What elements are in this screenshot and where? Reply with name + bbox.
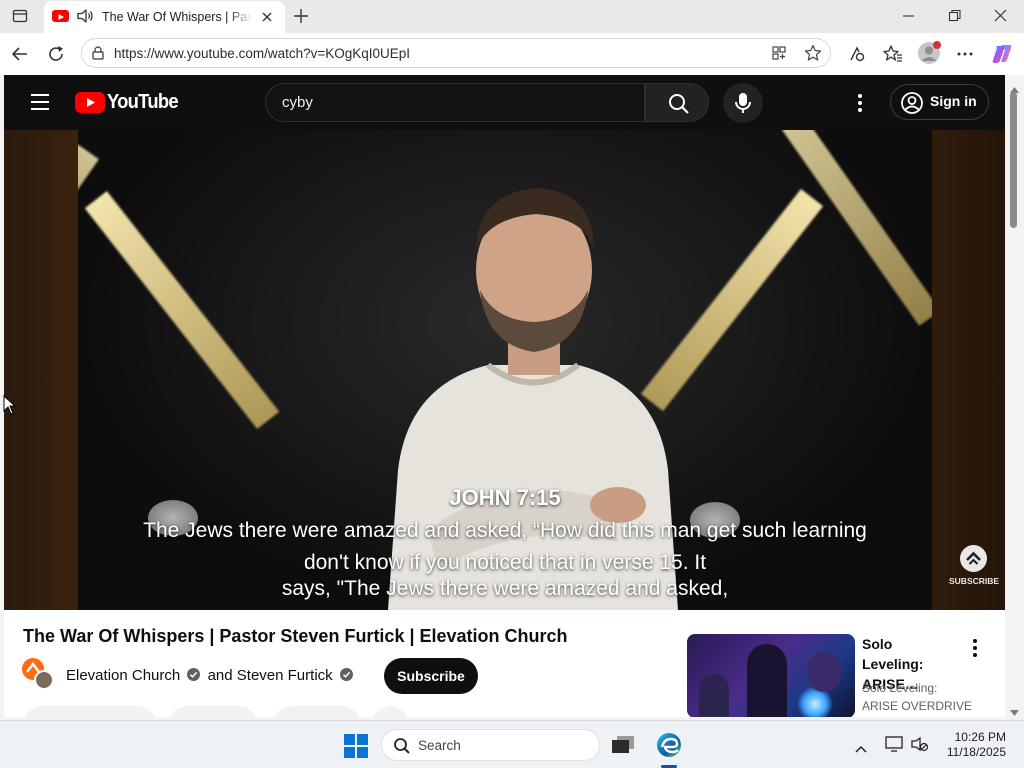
scripture-verse: The Jews there were amazed and asked, “H… (143, 519, 867, 542)
network-display-icon[interactable] (885, 736, 903, 757)
profile-avatar-icon[interactable] (918, 41, 941, 64)
taskbar-search-box[interactable]: Search (381, 729, 600, 761)
microphone-icon (733, 91, 753, 120)
browser-titlebar: The War Of Whispers | Pastor Steven Furt… (0, 0, 1024, 33)
url-text: https://www.youtube.com/watch?v=KOgKqI0U… (114, 46, 411, 61)
speaker-figure (368, 170, 698, 610)
windows-taskbar: Search 10:26 PM 11/18/2025 (0, 720, 1024, 768)
taskbar-clock[interactable]: 10:26 PM 11/18/2025 (944, 730, 1006, 760)
task-view-icon[interactable] (612, 736, 634, 759)
sign-in-button[interactable]: Sign in (890, 84, 989, 120)
subtitle-line-2: says, "The Jews there were amazed and as… (281, 577, 729, 600)
new-tab-button[interactable] (292, 7, 310, 25)
thumbnail-character (699, 674, 729, 717)
steven-furtick-avatar (34, 670, 54, 690)
page-scrollbar[interactable] (1005, 75, 1024, 717)
thumbnail-character (747, 644, 787, 717)
recommended-more-icon[interactable] (971, 638, 979, 663)
verified-badge-icon (187, 668, 201, 681)
verified-badge-icon (339, 668, 353, 681)
more-actions-pill[interactable] (372, 706, 408, 717)
webpage-youtube: YouTube cyby Sign in JOHN 7:15 The Jews … (4, 75, 1005, 717)
tab-youtube-video[interactable]: The War Of Whispers | Pastor Steven Furt… (44, 1, 285, 33)
scripture-heading: JOHN 7:15 (449, 485, 561, 510)
subscribe-watermark-icon (960, 545, 987, 572)
recommended-video-channel: Solo Leveling: ARISE OVERDRIVE (862, 679, 972, 715)
tab-audio-icon[interactable] (76, 8, 94, 29)
search-input-value: cyby (282, 94, 313, 111)
settings-more-icon[interactable] (856, 93, 864, 118)
back-button[interactable] (10, 44, 30, 69)
browser-toolbar: https://www.youtube.com/watch?v=KOgKqI0U… (0, 33, 1024, 75)
recommended-meta-line-1: Solo Leveling: (862, 681, 938, 695)
voice-search-button[interactable] (723, 83, 763, 123)
restore-button[interactable] (948, 9, 962, 28)
taskbar-search-icon (393, 737, 411, 760)
video-frame[interactable]: JOHN 7:15 The Jews there were amazed and… (78, 130, 932, 610)
mouse-cursor-icon (3, 394, 17, 420)
video-player[interactable]: JOHN 7:15 The Jews there were amazed and… (4, 130, 1005, 610)
like-dislike-pill[interactable] (24, 706, 156, 717)
site-info-icon[interactable] (91, 46, 105, 65)
close-window-button[interactable] (994, 9, 1008, 28)
refresh-button[interactable] (46, 44, 66, 69)
copilot-icon[interactable] (990, 42, 1014, 71)
youtube-play-icon (75, 92, 105, 113)
sign-in-label: Sign in (930, 93, 977, 109)
channel-joiner: and (207, 667, 233, 684)
youtube-header: YouTube cyby Sign in (4, 75, 1005, 130)
scroll-down-arrow-icon[interactable] (1010, 703, 1019, 721)
channel-names: Elevation Church and Steven Furtick (66, 667, 353, 684)
stage-light-beam (84, 191, 280, 429)
player-backdrop-right (932, 130, 1005, 610)
recommended-video-thumbnail[interactable] (687, 634, 855, 717)
more-options-icon[interactable] (955, 44, 975, 69)
thumbnail-character (807, 652, 841, 692)
search-button[interactable] (645, 83, 709, 122)
notification-dot-icon (933, 41, 941, 49)
clock-date: 11/18/2025 (946, 745, 1006, 759)
youtube-wordmark: YouTube (107, 91, 179, 113)
channel-avatar[interactable] (22, 658, 54, 690)
favorites-icon[interactable] (883, 44, 903, 69)
volume-muted-icon[interactable] (911, 736, 929, 757)
edge-taskbar-icon[interactable] (656, 732, 682, 763)
recommended-meta-line-2: ARISE OVERDRIVE (862, 699, 973, 713)
favorite-star-icon[interactable] (804, 44, 822, 67)
scrollbar-thumb[interactable] (1010, 92, 1017, 228)
search-input[interactable]: cyby (265, 83, 645, 122)
save-pill[interactable] (274, 706, 360, 717)
minimize-button[interactable] (902, 9, 916, 28)
address-bar[interactable]: https://www.youtube.com/watch?v=KOgKqI0U… (81, 38, 831, 68)
tab-actions-icon[interactable] (12, 8, 28, 24)
account-circle-icon (900, 91, 924, 120)
clock-time: 10:26 PM (954, 730, 1006, 744)
app-available-icon[interactable] (771, 45, 787, 66)
show-hidden-icons-chevron-icon[interactable] (855, 740, 867, 758)
video-title: The War Of Whispers | Pastor Steven Furt… (23, 626, 568, 646)
tab-title: The War Of Whispers | Pastor Steven Furt… (102, 10, 252, 24)
tab-close-icon[interactable] (261, 10, 273, 28)
search-icon (667, 92, 691, 121)
share-pill[interactable] (169, 706, 257, 717)
player-backdrop-left (4, 130, 78, 610)
read-aloud-icon[interactable] (847, 44, 867, 69)
channel-link-elevation[interactable]: Elevation Church (66, 667, 180, 684)
taskbar-search-placeholder: Search (418, 738, 461, 753)
start-button-windows-icon[interactable] (344, 734, 368, 763)
subscribe-watermark-label: SUBSCRIBE (949, 576, 1000, 586)
youtube-favicon-icon (52, 10, 69, 22)
channel-link-furtick[interactable]: Steven Furtick (237, 667, 333, 684)
subtitle-line-1: don't know if you noticed that in verse … (303, 551, 707, 574)
subscribe-button[interactable]: Subscribe (384, 658, 478, 694)
hamburger-menu-icon[interactable] (30, 93, 50, 116)
video-info-area: The War Of Whispers | Pastor Steven Furt… (4, 610, 1005, 717)
